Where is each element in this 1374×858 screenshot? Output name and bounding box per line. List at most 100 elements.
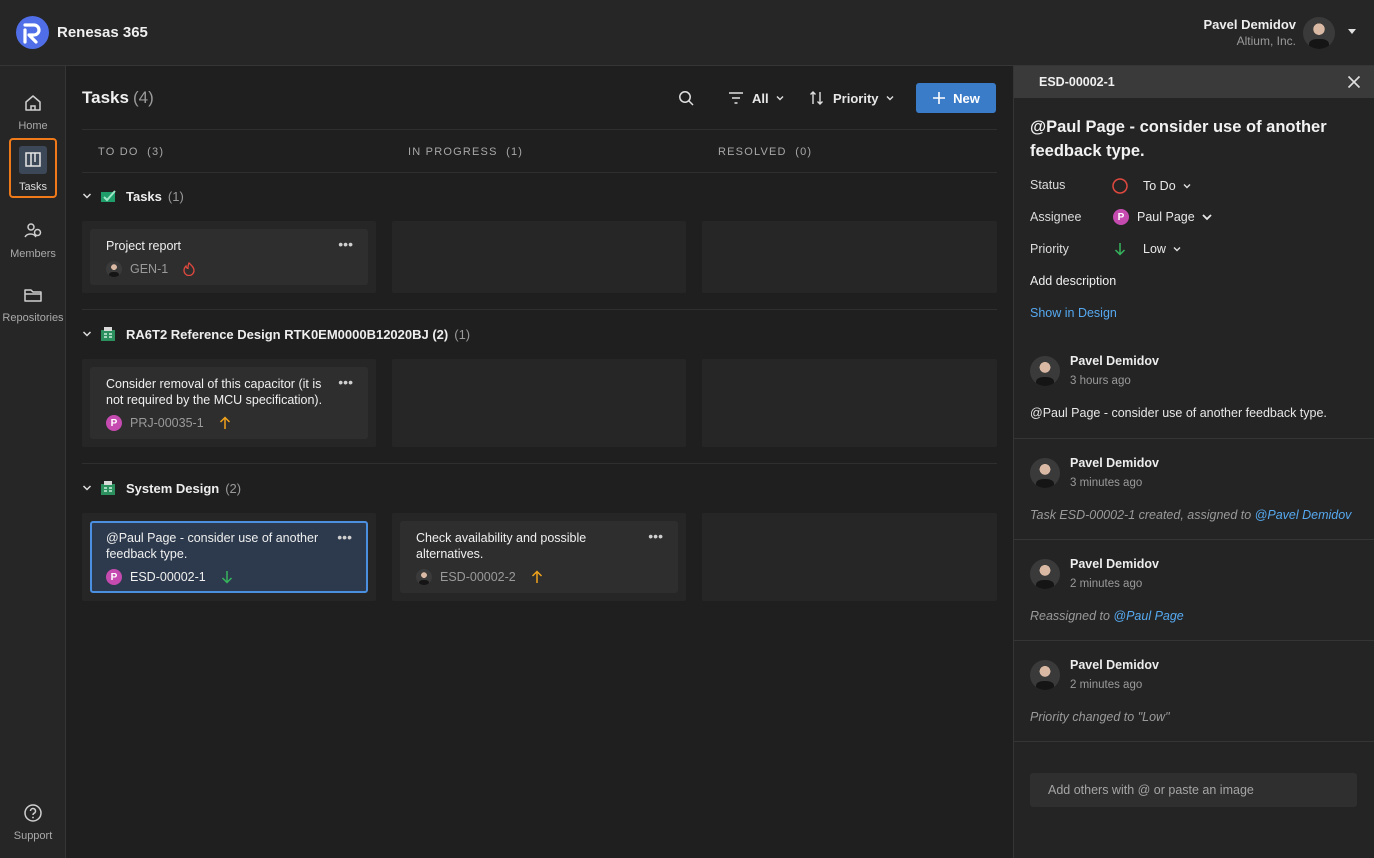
user-avatar[interactable] [1303, 17, 1335, 49]
task-id: ESD-00002-1 [130, 570, 206, 584]
page-title-text: Tasks [82, 88, 129, 107]
home-icon [25, 95, 41, 111]
user-menu-caret-icon[interactable] [1348, 29, 1356, 34]
task-card-selected[interactable]: @Paul Page - consider use of another fee… [90, 521, 368, 593]
sidebar-item-label: Home [18, 120, 48, 132]
sidebar-item-tasks[interactable]: Tasks [9, 138, 57, 198]
task-title[interactable]: @Paul Page - consider use of another fee… [1030, 115, 1350, 163]
user-mention-link[interactable]: @Pavel Demidov [1255, 508, 1352, 522]
chevron-down-icon[interactable] [82, 329, 92, 339]
priority-label: Priority [1030, 242, 1069, 256]
sidebar-item-label: Tasks [18, 181, 48, 193]
author-avatar [1030, 559, 1060, 589]
activity-item: Pavel Demidov 2 minutes ago Reassigned t… [1014, 540, 1374, 641]
task-count: (4) [132, 88, 154, 107]
column-header-todo: TO DO (3) [98, 146, 164, 158]
chevron-down-icon [1183, 184, 1191, 189]
task-card[interactable]: Project report ••• GEN-1 [90, 229, 368, 285]
chevron-down-icon[interactable] [82, 483, 92, 493]
sidebar-item-members[interactable]: Members [0, 212, 66, 270]
add-description-link[interactable]: Add description [1030, 274, 1116, 288]
sort-button[interactable]: Priority [809, 86, 895, 110]
chevron-down-icon [1173, 247, 1181, 252]
activity-author: Pavel Demidov [1070, 456, 1159, 470]
renesas-logo-icon[interactable] [16, 16, 49, 49]
group-header-system-design[interactable]: System Design (2) [82, 478, 241, 498]
activity-author: Pavel Demidov [1070, 354, 1159, 368]
status-label: Status [1030, 178, 1066, 192]
assignee-badge: P [1113, 209, 1129, 225]
activity-time: 3 hours ago [1070, 375, 1131, 387]
activity-event-text: Task ESD-00002-1 created, assigned to [1030, 508, 1255, 522]
sidebar-item-label: Repositories [2, 312, 64, 324]
show-in-design-link[interactable]: Show in Design [1030, 306, 1117, 320]
sidebar: Home Tasks Members Repositories Support [0, 66, 66, 858]
sidebar-item-label: Support [13, 830, 53, 842]
high-priority-arrow-up-icon [531, 570, 542, 583]
status-dropdown[interactable]: To Do [1111, 177, 1192, 195]
low-priority-arrow-down-icon [221, 571, 232, 584]
more-options-icon[interactable]: ••• [338, 237, 353, 251]
activity-event: Reassigned to @Paul Page [1030, 609, 1184, 623]
assignee-badge: P [106, 569, 122, 585]
priority-dropdown[interactable]: Low [1111, 241, 1182, 257]
group-header-ra6t2[interactable]: RA6T2 Reference Design RTK0EM0000B12020B… [82, 324, 470, 344]
activity-comment: @Paul Page - consider use of another fee… [1030, 406, 1327, 420]
group-name: Tasks [126, 188, 162, 204]
assignee-dropdown[interactable]: P Paul Page [1113, 209, 1213, 225]
sort-icon [810, 91, 823, 105]
task-card-title: Consider removal of this capacitor (it i… [106, 377, 323, 407]
column-header-in-progress: IN PROGRESS (1) [408, 146, 523, 158]
activity-event: Task ESD-00002-1 created, assigned to @P… [1030, 508, 1351, 522]
search-icon[interactable] [678, 90, 694, 106]
new-task-button[interactable]: New [916, 83, 996, 113]
task-card-footer: P PRJ-00035-1 [106, 415, 232, 431]
close-icon[interactable] [1347, 75, 1361, 89]
brand-name: Renesas 365 [57, 24, 148, 41]
group-header-tasks[interactable]: Tasks (1) [82, 186, 184, 206]
activity-time: 2 minutes ago [1070, 578, 1143, 590]
sidebar-item-home[interactable]: Home [0, 84, 66, 142]
more-options-icon[interactable]: ••• [648, 529, 663, 543]
project-icon [101, 481, 115, 495]
page-title: Tasks (4) [82, 88, 154, 108]
chevron-down-icon[interactable] [82, 191, 92, 201]
task-card[interactable]: Consider removal of this capacitor (it i… [90, 367, 368, 439]
divider [82, 309, 997, 310]
task-card[interactable]: Check availability and possible alternat… [400, 521, 678, 593]
divider [82, 463, 997, 464]
task-board: Tasks (4) All Priority New TO DO (3) IN P… [66, 66, 1013, 858]
sort-label: Priority [833, 90, 879, 106]
author-avatar [1030, 356, 1060, 386]
top-bar: Renesas 365 Pavel Demidov Altium, Inc. [0, 0, 1374, 66]
assignee-label: Assignee [1030, 210, 1082, 224]
task-id: ESD-00002-2 [440, 570, 516, 584]
sidebar-item-label: Members [10, 248, 56, 260]
user-mention-link[interactable]: @Paul Page [1113, 609, 1183, 623]
task-detail-panel: ESD-00002-1 @Paul Page - consider use of… [1013, 66, 1374, 858]
group-name: RA6T2 Reference Design RTK0EM0000B12020B… [126, 326, 449, 342]
task-card-title: Check availability and possible alternat… [416, 531, 587, 561]
filter-label: All [752, 90, 769, 106]
divider [82, 129, 997, 130]
activity-item: Pavel Demidov 3 hours ago @Paul Page - c… [1014, 338, 1374, 439]
sidebar-item-repositories[interactable]: Repositories [0, 276, 66, 334]
lane-in-progress [392, 221, 686, 293]
filter-icon [729, 92, 743, 104]
lane-resolved [702, 221, 997, 293]
column-header-resolved: RESOLVED (0) [718, 146, 812, 158]
author-avatar [1030, 660, 1060, 690]
sidebar-item-support[interactable]: Support [0, 794, 66, 852]
project-icon [101, 327, 115, 341]
user-name[interactable]: Pavel Demidov [1204, 17, 1297, 32]
more-options-icon[interactable]: ••• [337, 530, 352, 544]
folder-icon [24, 289, 42, 302]
chevron-down-icon [1202, 214, 1212, 221]
more-options-icon[interactable]: ••• [338, 375, 353, 389]
panel-task-id: ESD-00002-1 [1039, 75, 1115, 89]
comment-input[interactable] [1030, 773, 1357, 807]
filter-button[interactable]: All [728, 86, 785, 110]
column-label: RESOLVED [718, 146, 787, 158]
task-card-footer: GEN-1 [106, 261, 196, 277]
activity-author: Pavel Demidov [1070, 557, 1159, 571]
